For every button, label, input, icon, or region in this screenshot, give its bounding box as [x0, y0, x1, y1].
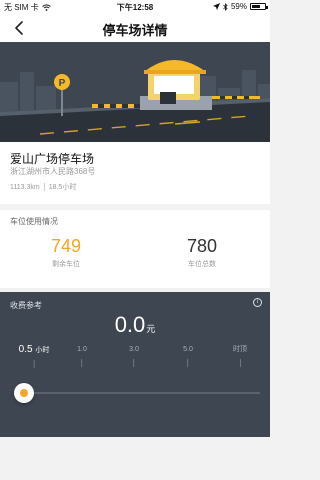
battery-fill [252, 5, 260, 8]
battery-percent: 59% [230, 2, 247, 11]
status-bar: 无 SIM 卡 下午12:58 59% [0, 0, 270, 14]
remaining-spaces-label: 剩余车位 [52, 261, 80, 268]
duration-scale: 0.5 小时 1.0 3.0 5.0 时顶 [0, 344, 270, 374]
duration-tick-value: 5.0 [183, 346, 193, 353]
remaining-spaces-stat: 749 剩余车位 [16, 236, 116, 269]
duration-tick[interactable]: 5.0 [183, 344, 193, 367]
parking-lot-distance: 1113.3km [10, 183, 40, 191]
battery-icon [250, 3, 268, 10]
total-spaces-stat: 780 车位总数 [152, 236, 252, 269]
location-arrow-icon [212, 3, 220, 10]
fee-section-title: 收费参考 [10, 301, 42, 310]
parking-illustration-banner: P [0, 42, 270, 142]
fee-amount: 0.0元 [0, 312, 270, 338]
meta-divider [43, 183, 45, 191]
total-spaces-label: 车位总数 [188, 261, 216, 268]
duration-tick-mark [187, 359, 189, 367]
parking-lot-address: 浙江湖州市人民路368号 [10, 167, 96, 176]
duration-tick-mark [133, 359, 135, 367]
duration-tick-value: 0.5 [18, 344, 33, 355]
duration-tick[interactable]: 时顶 [233, 344, 247, 367]
slider-track[interactable] [24, 392, 260, 394]
duration-tick[interactable]: 1.0 [77, 344, 87, 367]
parking-gate-illustration: P [0, 60, 270, 142]
parking-lot-name: 爱山广场停车场 [10, 152, 95, 166]
fee-reference-panel: 收费参考 i 0.0元 0.5 小时 1.0 3.0 5.0 时顶 [0, 292, 270, 437]
remaining-spaces-value: 749 [50, 236, 82, 256]
parking-sign-letter: P [59, 78, 66, 89]
duration-tick[interactable]: 3.0 [129, 344, 139, 367]
space-usage-card: 车位使用情况 749 剩余车位 780 车位总数 [0, 210, 270, 288]
usage-section-title: 车位使用情况 [10, 217, 58, 226]
fee-amount-value: 0.0 [114, 312, 146, 337]
status-right: 59% [212, 2, 268, 11]
duration-tick-value: 1.0 [77, 346, 87, 353]
bluetooth-icon [223, 2, 228, 11]
fee-amount-unit: 元 [146, 324, 156, 334]
parking-lot-info-card: 爱山广场停车场 浙江湖州市人民路368号 1113.3km 18.5小时 [0, 142, 270, 204]
duration-tick-unit: 小时 [35, 347, 50, 354]
total-spaces-value: 780 [186, 236, 218, 256]
duration-tick-mark [33, 360, 35, 368]
navigation-bar: 停车场详情 [0, 14, 270, 42]
parking-lot-duration: 18.5小时 [48, 184, 77, 191]
info-icon[interactable]: i [253, 298, 262, 307]
duration-tick-value: 3.0 [129, 346, 139, 353]
page-title: 停车场详情 [102, 23, 168, 38]
duration-tick-mark [81, 359, 83, 367]
duration-tick-value: 时顶 [233, 346, 247, 353]
parking-lot-meta: 1113.3km 18.5小时 [10, 182, 76, 192]
slider-thumb[interactable] [14, 383, 34, 403]
bottom-spacer [0, 437, 270, 480]
duration-tick-mark [239, 359, 241, 367]
duration-slider[interactable] [0, 378, 270, 406]
duration-tick[interactable]: 0.5 小时 [18, 344, 50, 368]
